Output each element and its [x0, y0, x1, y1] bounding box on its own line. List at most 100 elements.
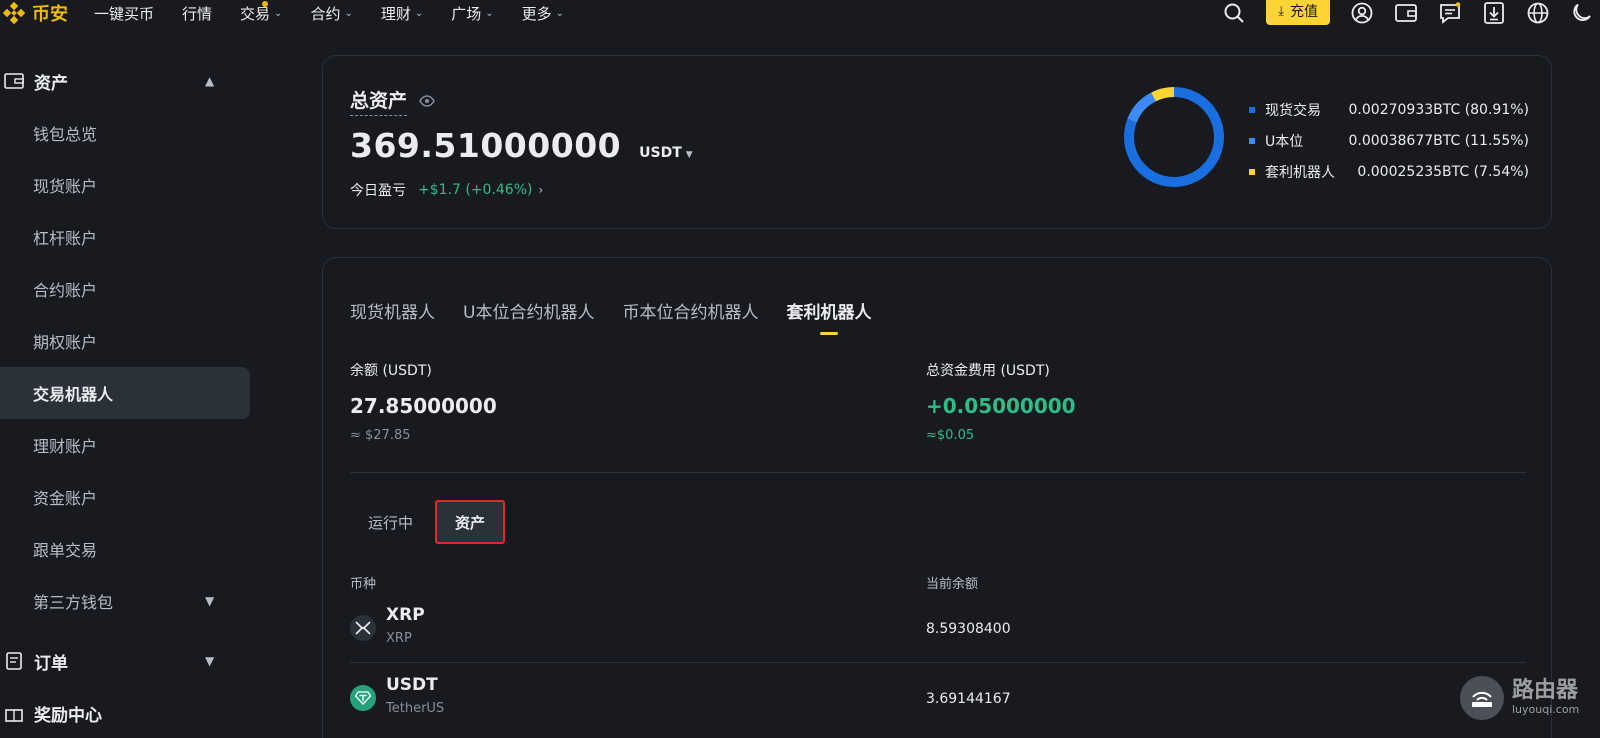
donut-slice-1: [1127, 92, 1156, 123]
pnl-value: +$1.7 (+0.46%): [418, 182, 533, 198]
logo[interactable]: 币安: [2, 0, 68, 26]
chevron-up-icon: ▲: [205, 74, 215, 88]
column-header-balance: 当前余额: [926, 577, 979, 592]
balance-label: 余额 (USDT): [350, 363, 432, 379]
nav-right-tools: ⤓ 充值: [1202, 0, 1600, 26]
tab-usdm-futures-bots[interactable]: U本位合约机器人: [463, 298, 594, 323]
nav-label: 行情: [182, 4, 213, 23]
divider: [350, 472, 1526, 473]
legend-label: 套利机器人: [1265, 164, 1335, 181]
total-assets-amount: 369.51000000: [350, 126, 622, 165]
sidebar-group-assets[interactable]: 资产 ▲: [0, 55, 250, 107]
sidebar-item-wallet-overview[interactable]: 钱包总览: [0, 107, 250, 159]
trading-bots-card: 现货机器人 U本位合约机器人 币本位合约机器人 套利机器人 余额 (USDT) …: [322, 257, 1552, 738]
legend-label: U本位: [1265, 133, 1304, 150]
nav-label: 理财: [380, 4, 411, 23]
nav-square[interactable]: 广场 ⌄: [451, 3, 493, 24]
chevron-down-icon: ⌄: [274, 7, 283, 19]
sidebar-item-label: 跟单交易: [33, 541, 98, 560]
tether-icon: [350, 685, 376, 711]
nav-label: 一键买币: [94, 4, 155, 23]
chevron-down-icon: ⌄: [344, 7, 353, 19]
nav-label: 广场: [451, 4, 482, 23]
sidebar-item-spot[interactable]: 现货账户: [0, 159, 250, 211]
balance-approx: ≈ $27.85: [350, 428, 411, 443]
sidebar-item-options[interactable]: 期权账户: [0, 315, 250, 367]
legend-item: U本位 0.00038677BTC (11.55%): [1249, 125, 1529, 156]
sidebar-item-third-party-wallet[interactable]: 第三方钱包 ▼: [0, 575, 250, 627]
wallet-icon: [4, 73, 24, 89]
today-pnl[interactable]: 今日盈亏 +$1.7 (+0.46%) ›: [350, 180, 543, 200]
currency-selector[interactable]: USDT ▼: [639, 145, 693, 161]
chevron-down-icon: ⌄: [485, 7, 494, 19]
deposit-label: 充值: [1290, 4, 1318, 20]
sidebar-item-margin[interactable]: 杠杆账户: [0, 211, 250, 263]
tab-arbitrage-bots[interactable]: 套利机器人: [786, 298, 871, 335]
chevron-down-icon: ⌄: [414, 7, 424, 19]
chevron-right-icon: ›: [538, 183, 544, 197]
table-row[interactable]: XRP XRP 8.59308400: [350, 593, 1526, 663]
bot-type-tabs: 现货机器人 U本位合约机器人 币本位合约机器人 套利机器人: [350, 298, 899, 335]
sidebar-item-label: 资金账户: [33, 489, 98, 508]
nav-earn[interactable]: 理财 ⌄: [381, 3, 423, 24]
nav-futures[interactable]: 合约 ⌄: [310, 3, 352, 24]
tab-coinm-futures-bots[interactable]: 币本位合约机器人: [622, 298, 758, 323]
sidebar-item-copy-trading[interactable]: 跟单交易: [0, 523, 250, 575]
notification-dot: [262, 0, 269, 7]
sidebar-item-trading-bots[interactable]: 交易机器人: [0, 367, 250, 419]
message-icon[interactable]: [1438, 1, 1462, 25]
coin-name: XRP: [386, 631, 412, 646]
nav-buy-crypto[interactable]: 一键买币: [94, 3, 154, 24]
column-header-coin: 币种: [350, 577, 377, 592]
watermark-title: 路由器: [1512, 678, 1579, 703]
sidebar-item-earn[interactable]: 理财账户: [0, 419, 250, 471]
tab-assets[interactable]: 资产: [435, 500, 506, 544]
funding-fee-block: 总资金费用 (USDT) +0.05000000 ≈$0.05: [926, 360, 1076, 443]
donut-slice-2: [1151, 87, 1175, 102]
sidebar-item-label: 理财账户: [33, 437, 98, 456]
order-icon: [6, 652, 22, 670]
nav-more[interactable]: 更多 ⌄: [522, 3, 564, 24]
nav-label: 更多: [521, 4, 552, 23]
table-row[interactable]: USDT TetherUS 3.69144167: [350, 663, 1526, 733]
eye-icon[interactable]: [419, 95, 435, 107]
pnl-label: 今日盈亏: [350, 183, 406, 199]
router-logo-icon: [1460, 676, 1504, 720]
sidebar-group-rewards[interactable]: 奖励中心: [0, 687, 250, 738]
bot-sub-tabs: 运行中 资产: [350, 500, 506, 544]
legend-value: 0.00025235BTC (7.54%): [1357, 163, 1529, 180]
tab-running[interactable]: 运行中: [350, 503, 431, 541]
total-assets-card: 总资产 369.51000000 USDT ▼ 今日盈亏 +$1.7 (+0.46…: [322, 55, 1552, 229]
nav-trade[interactable]: 交易 ⌄: [240, 0, 283, 24]
coin-name: TetherUS: [386, 701, 445, 716]
globe-icon[interactable]: [1526, 1, 1550, 25]
tab-spot-bots[interactable]: 现货机器人: [350, 298, 435, 323]
chevron-down-icon: ▼: [205, 654, 215, 668]
nav-markets[interactable]: 行情: [182, 3, 212, 24]
sidebar-item-label: 现货账户: [33, 177, 98, 196]
coin-balance: 8.59308400: [926, 621, 1011, 637]
sidebar-item-funding[interactable]: 资金账户: [0, 471, 250, 523]
sidebar-group-orders[interactable]: 订单 ▼: [0, 635, 250, 687]
asset-distribution-donut: [1124, 87, 1224, 187]
wallet-icon[interactable]: [1394, 1, 1418, 25]
balance-block: 余额 (USDT) 27.85000000 ≈ $27.85: [350, 360, 497, 443]
user-icon[interactable]: [1350, 1, 1374, 25]
legend-swatch: [1249, 137, 1255, 144]
sidebar-item-futures[interactable]: 合约账户: [0, 263, 250, 315]
deposit-button[interactable]: ⤓ 充值: [1266, 0, 1330, 25]
coin-balance: 3.69144167: [926, 691, 1011, 707]
sidebar: 资产 ▲ 钱包总览 现货账户 杠杆账户 合约账户 期权账户 交易机器人 理财账户…: [0, 55, 250, 738]
balance-value: 27.85000000: [350, 394, 497, 418]
legend-item: 套利机器人 0.00025235BTC (7.54%): [1249, 156, 1529, 187]
coin-symbol: XRP: [386, 605, 425, 625]
total-assets-title: 总资产: [350, 86, 408, 116]
chevron-down-icon: ⌄: [555, 7, 565, 19]
gift-icon: [5, 709, 23, 722]
sidebar-item-label: 杠杆账户: [33, 229, 98, 248]
coin-symbol: USDT: [386, 675, 438, 695]
search-icon[interactable]: [1222, 1, 1246, 25]
moon-icon[interactable]: [1570, 1, 1594, 25]
binance-logo-icon: [2, 1, 26, 25]
download-icon[interactable]: [1482, 1, 1506, 25]
